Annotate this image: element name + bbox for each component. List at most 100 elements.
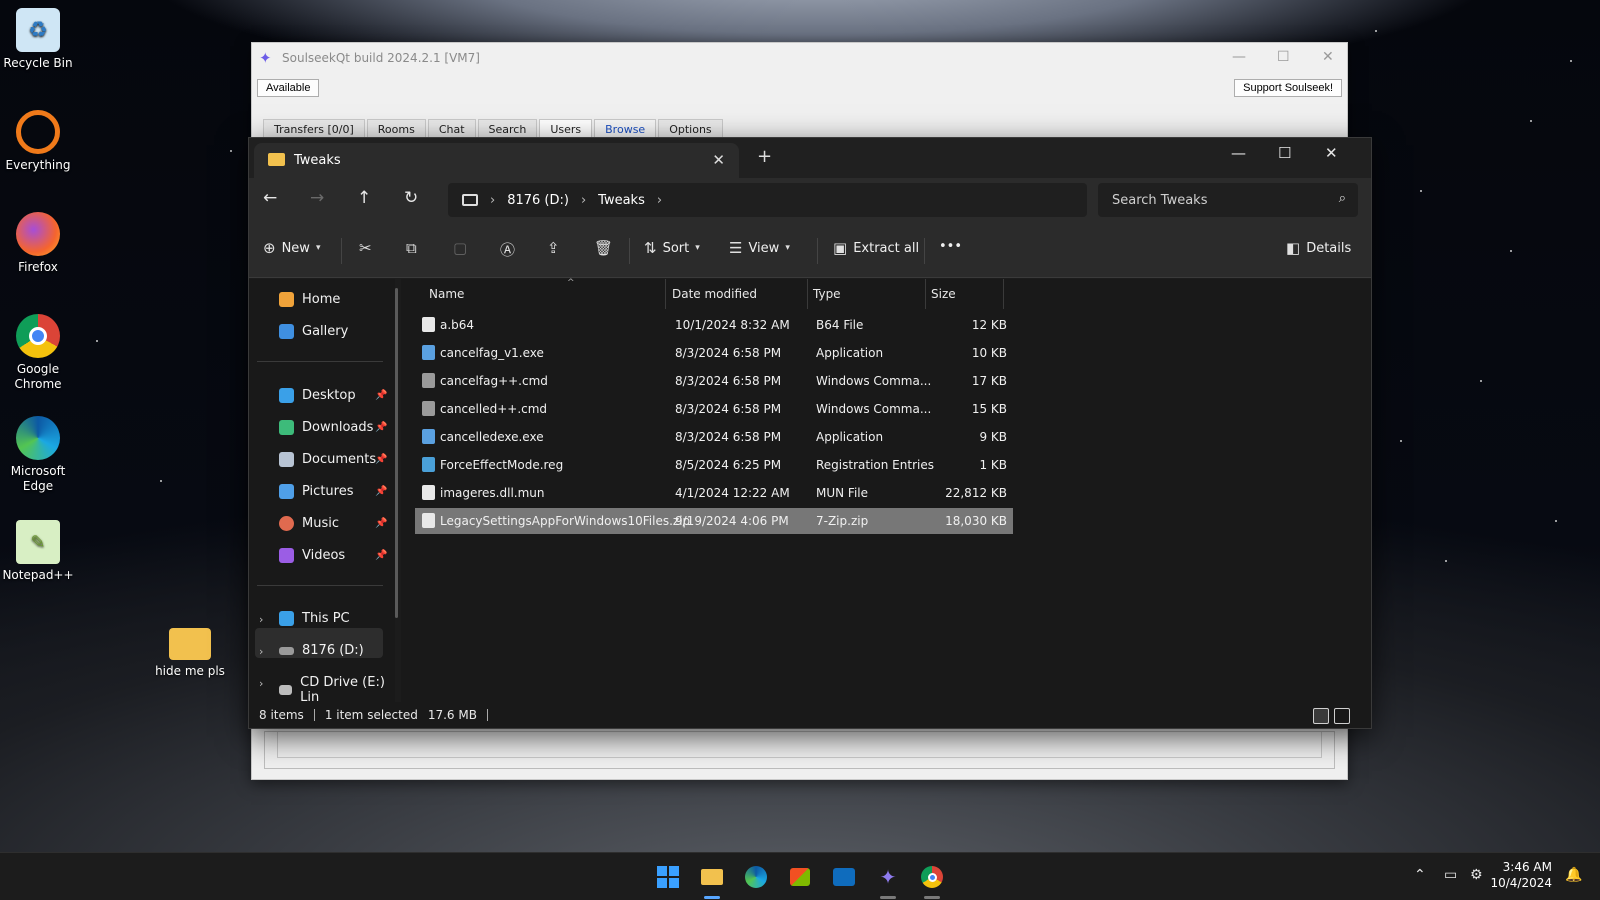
sidebar-item-music[interactable]: Music 📌	[279, 516, 387, 531]
start-windows-icon[interactable]	[653, 862, 683, 892]
desktop-icon-firefox[interactable]: Firefox	[0, 212, 76, 275]
chevron-right-icon[interactable]: ›	[490, 193, 495, 208]
pin-icon[interactable]: 📌	[375, 422, 387, 433]
pin-icon[interactable]: 📌	[375, 390, 387, 401]
sidebar-item-drive-d[interactable]: 8176 (D:)	[279, 643, 364, 658]
column-date-label: Date modified	[672, 287, 758, 301]
file-row[interactable]: cancelled++.cmd 8/3/2024 6:58 PM Windows C…	[415, 396, 1013, 422]
tab-chat[interactable]: Chat	[427, 119, 476, 139]
file-row[interactable]: LegacySettingsAppForWindows10Files.zip 9/…	[415, 508, 1013, 534]
desktop-icon-microsoft-edge[interactable]: Microsoft Edge	[0, 416, 76, 494]
file-row[interactable]: imageres.dll.mun 4/1/2024 12:22 AM MUN Fil…	[415, 480, 1013, 506]
desktop-icon-everything[interactable]: Everything	[0, 110, 76, 173]
chevron-up-icon[interactable]: ⌃	[1414, 867, 1426, 883]
file-explorer-taskbar-icon[interactable]	[697, 862, 727, 892]
delete-button[interactable]: 🗑	[594, 239, 613, 257]
column-header-size[interactable]: Size	[931, 279, 1001, 309]
explorer-tab-tweaks[interactable]: Tweaks ✕	[254, 143, 739, 178]
notification-bell-icon[interactable]: 🔔	[1565, 867, 1582, 883]
sidebar-scrollbar[interactable]	[395, 288, 398, 618]
paste-button[interactable]: ▢	[453, 239, 467, 257]
share-button[interactable]: ⇪	[547, 239, 560, 257]
chevron-right-icon[interactable]: ›	[657, 193, 662, 208]
chevron-right-icon[interactable]: ›	[259, 645, 263, 658]
tab-transfers[interactable]: Transfers [0/0]	[263, 119, 365, 139]
sidebar-item-cd-drive-e[interactable]: CD Drive (E:) Lin	[279, 675, 395, 705]
rename-button[interactable]: Ⓐ	[500, 239, 515, 260]
column-header-date[interactable]: Date modified	[672, 279, 808, 309]
search-input[interactable]	[1112, 192, 1312, 208]
breadcrumb-folder[interactable]: Tweaks	[598, 193, 645, 208]
soulseek-taskbar-icon[interactable]: ✦	[873, 862, 903, 892]
volume-icon[interactable]: ⚙	[1470, 867, 1483, 883]
sidebar-item-desktop[interactable]: Desktop 📌	[279, 388, 387, 403]
file-row[interactable]: cancelfag_v1.exe 8/3/2024 6:58 PM Applicat…	[415, 340, 1013, 366]
sidebar-item-videos[interactable]: Videos 📌	[279, 548, 387, 563]
tab-search[interactable]: Search	[477, 119, 538, 139]
outlook-icon[interactable]	[829, 862, 859, 892]
extract-all-button[interactable]: ▣ Extract all	[833, 239, 919, 257]
details-pane-button[interactable]: ◧ Details	[1286, 239, 1351, 257]
copy-button[interactable]: ⧉	[406, 239, 417, 257]
cut-button[interactable]: ✂	[359, 239, 372, 257]
close-icon[interactable]: ✕	[1322, 49, 1334, 65]
pin-icon[interactable]: 📌	[375, 486, 387, 497]
sidebar-item-home[interactable]: Home	[279, 292, 340, 307]
close-tab-icon[interactable]: ✕	[712, 151, 725, 169]
chevron-right-icon[interactable]: ›	[581, 193, 586, 208]
sidebar-item-gallery[interactable]: Gallery	[279, 324, 348, 339]
sort-button[interactable]: ⇅ Sort ▾	[644, 239, 700, 257]
maximize-icon[interactable]: ☐	[1278, 144, 1291, 162]
forward-icon[interactable]: →	[310, 188, 324, 208]
desktop-icon-google-chrome[interactable]: Google Chrome	[0, 314, 76, 392]
pin-icon[interactable]: 📌	[375, 454, 387, 465]
file-row[interactable]: ForceEffectMode.reg 8/5/2024 6:25 PM Regis…	[415, 452, 1013, 478]
view-button[interactable]: ☰ View ▾	[729, 239, 790, 257]
address-bar[interactable]: › 8176 (D:) › Tweaks ›	[448, 183, 1087, 217]
desktop-icon-notepad-plus-plus[interactable]: ✎ Notepad++	[0, 520, 76, 583]
microsoft-store-icon[interactable]	[785, 862, 815, 892]
column-header-name[interactable]: Name ^	[429, 278, 665, 309]
tab-options[interactable]: Options	[658, 119, 723, 139]
sidebar-item-documents[interactable]: Documents 📌	[279, 452, 387, 467]
breadcrumb-drive[interactable]: 8176 (D:)	[507, 193, 569, 208]
pin-icon[interactable]: 📌	[375, 550, 387, 561]
sidebar-item-pictures[interactable]: Pictures 📌	[279, 484, 387, 499]
maximize-icon[interactable]: ☐	[1277, 49, 1290, 65]
close-icon[interactable]: ✕	[1325, 144, 1338, 162]
edge-taskbar-icon[interactable]	[741, 862, 771, 892]
minimize-icon[interactable]: —	[1231, 144, 1246, 162]
sidebar-item-downloads[interactable]: Downloads 📌	[279, 420, 387, 435]
back-icon[interactable]: ←	[263, 188, 277, 208]
sidebar-item-this-pc[interactable]: This PC	[279, 611, 350, 626]
new-tab-icon[interactable]: +	[757, 146, 772, 167]
status-available-button[interactable]: Available	[257, 79, 320, 97]
tab-browse[interactable]: Browse	[594, 119, 657, 139]
refresh-icon[interactable]: ↻	[404, 188, 418, 208]
minimize-icon[interactable]: —	[1232, 49, 1246, 65]
large-icons-view-icon[interactable]	[1334, 708, 1350, 724]
explorer-title-bar[interactable]: Tweaks ✕ + — ☐ ✕	[249, 138, 1371, 178]
file-row[interactable]: cancelfag++.cmd 8/3/2024 6:58 PM Windows C…	[415, 368, 1013, 394]
file-row[interactable]: a.b64 10/1/2024 8:32 AM B64 File 12 KB	[415, 312, 1013, 338]
column-header-type[interactable]: Type	[813, 279, 923, 309]
pin-icon[interactable]: 📌	[375, 518, 387, 529]
desktop-icon-recycle-bin[interactable]: ♻ Recycle Bin	[0, 8, 76, 71]
status-bar: 8 items 1 item selected 17.6 MB	[249, 702, 1371, 728]
chevron-right-icon[interactable]: ›	[259, 613, 263, 626]
soulseek-title-bar[interactable]: ✦ SoulseekQt build 2024.2.1 [VM7] — ☐ ✕	[252, 43, 1347, 73]
desktop-icon-hide-me-pls[interactable]: hide me pls	[152, 622, 228, 679]
details-view-icon[interactable]	[1313, 708, 1329, 724]
new-button[interactable]: ⊕ New ▾	[263, 239, 320, 257]
more-options-button[interactable]: •••	[939, 239, 962, 254]
tab-users[interactable]: Users	[539, 119, 593, 139]
chevron-right-icon[interactable]: ›	[259, 677, 263, 690]
file-row[interactable]: cancelledexe.exe 8/3/2024 6:58 PM Applicat…	[415, 424, 1013, 450]
up-icon[interactable]: ↑	[357, 188, 371, 208]
tab-rooms[interactable]: Rooms	[366, 119, 426, 139]
search-box[interactable]: ⌕	[1098, 183, 1358, 217]
system-clock[interactable]: 3:46 AM 10/4/2024	[1490, 859, 1552, 891]
support-soulseek-button[interactable]: Support Soulseek!	[1234, 79, 1342, 97]
chrome-taskbar-icon[interactable]	[917, 862, 947, 892]
network-icon[interactable]: ▭	[1444, 867, 1457, 883]
